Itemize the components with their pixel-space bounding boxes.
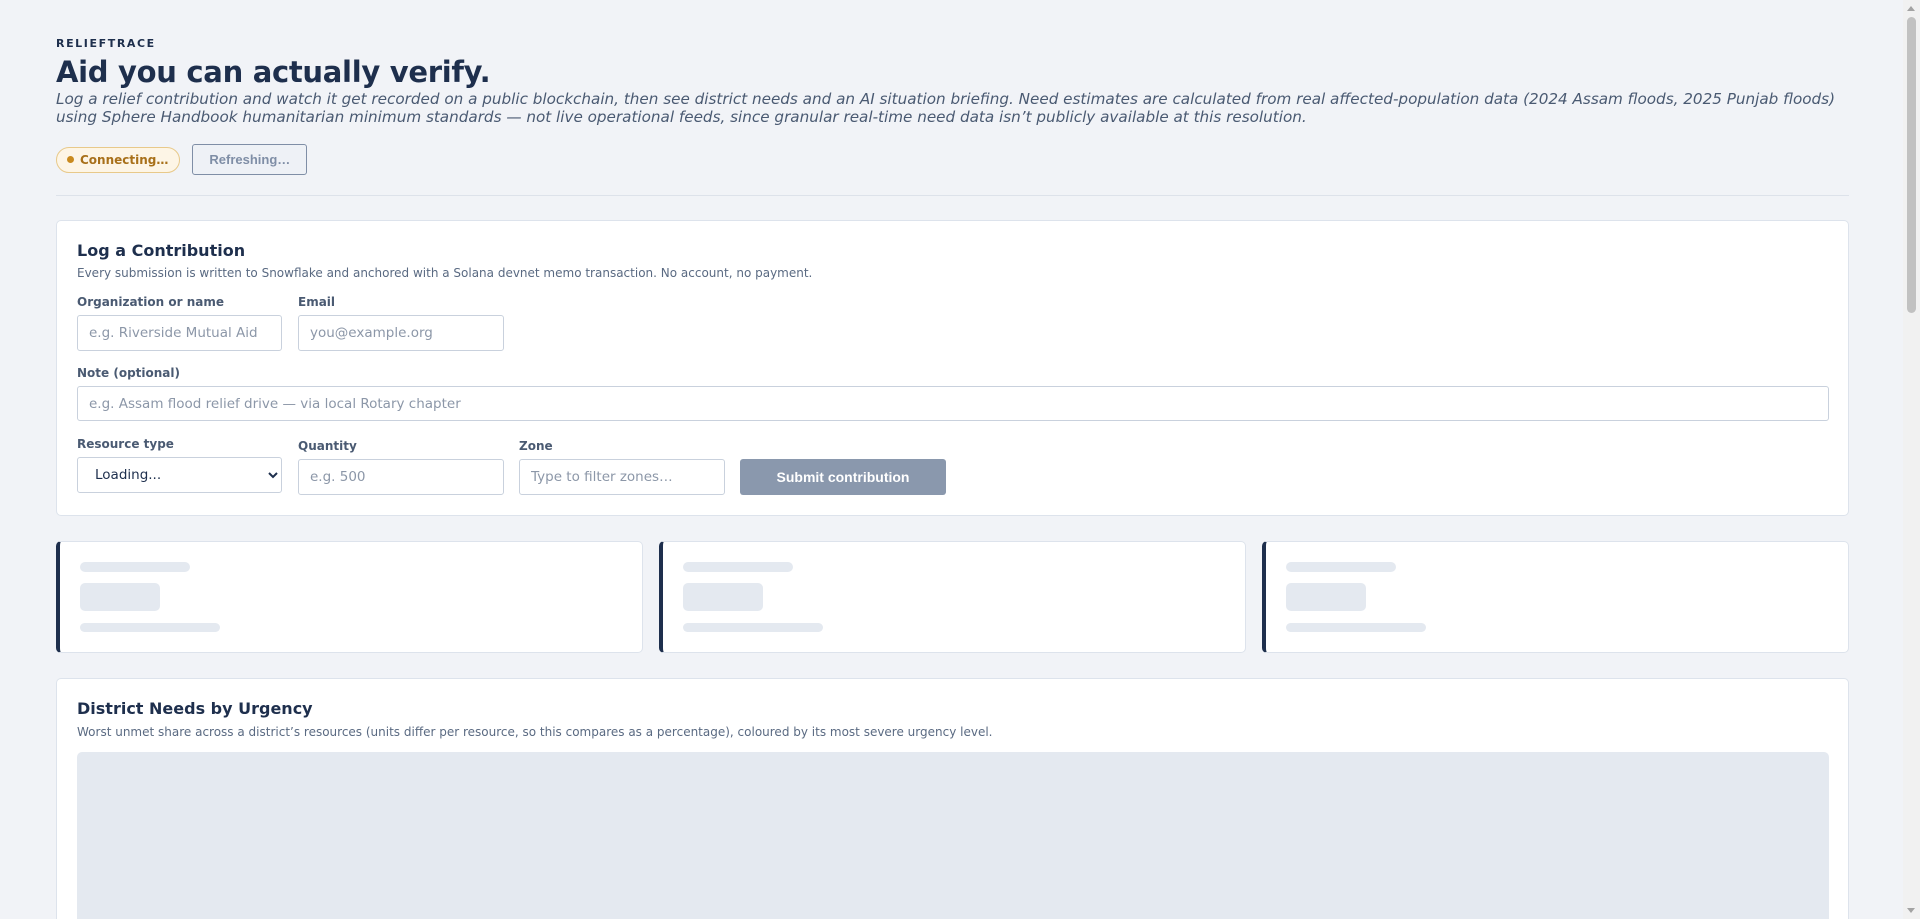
connection-status-label: Connecting…	[80, 152, 169, 167]
quantity-label: Quantity	[298, 439, 357, 453]
refresh-button[interactable]: Refreshing…	[192, 144, 308, 175]
skeleton-caption	[1286, 623, 1426, 632]
district-needs-title: District Needs by Urgency	[77, 699, 313, 718]
stat-card-skeleton	[1262, 541, 1849, 653]
email-label: Email	[298, 295, 336, 309]
scroll-up-icon[interactable]	[1907, 6, 1915, 11]
org-label: Organization or name	[77, 295, 224, 309]
brand-eyebrow: RELIEFTRACE	[56, 37, 156, 50]
status-row: Connecting… Refreshing…	[56, 144, 308, 175]
resource-type-label: Resource type	[77, 437, 174, 451]
email-input[interactable]	[298, 315, 504, 351]
scrollbar-thumb[interactable]	[1907, 17, 1916, 313]
resource-type-select[interactable]: Loading...	[77, 457, 282, 493]
contribution-card-description: Every submission is written to Snowflake…	[77, 266, 813, 280]
zone-label: Zone	[519, 439, 553, 453]
district-needs-description: Worst unmet share across a district’s re…	[77, 725, 993, 739]
skeleton-label	[1286, 562, 1396, 572]
skeleton-label	[80, 562, 190, 572]
zone-input[interactable]	[519, 459, 725, 495]
skeleton-caption	[80, 623, 220, 632]
connection-status-badge: Connecting…	[56, 146, 181, 173]
contribution-card: Log a Contribution Every submission is w…	[56, 220, 1849, 516]
contribution-card-title: Log a Contribution	[77, 241, 246, 260]
note-label: Note (optional)	[77, 366, 180, 380]
org-input[interactable]	[77, 315, 282, 351]
skeleton-label	[683, 562, 793, 572]
scroll-down-icon[interactable]	[1907, 908, 1915, 913]
quantity-input[interactable]	[298, 459, 504, 495]
status-dot-icon	[67, 156, 74, 163]
header-divider	[56, 195, 1849, 196]
page-scrollbar[interactable]	[1903, 0, 1920, 919]
submit-contribution-button[interactable]: Submit contribution	[740, 459, 946, 495]
stat-card-skeleton	[56, 541, 643, 653]
skeleton-value	[1286, 583, 1366, 611]
district-needs-chart-placeholder	[77, 752, 1829, 919]
page-subtitle: Log a relief contribution and watch it g…	[56, 90, 1836, 126]
stat-card-skeleton	[659, 541, 1246, 653]
page-title: Aid you can actually verify.	[56, 55, 491, 89]
note-input[interactable]	[77, 386, 1829, 421]
skeleton-caption	[683, 623, 823, 632]
skeleton-value	[683, 583, 763, 611]
district-needs-card: District Needs by Urgency Worst unmet sh…	[56, 678, 1849, 919]
skeleton-value	[80, 583, 160, 611]
